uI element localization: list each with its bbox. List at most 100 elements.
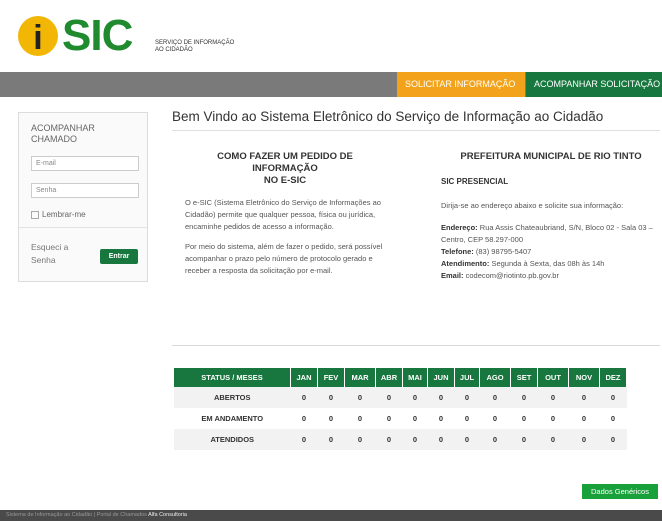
remember-me-checkbox[interactable]: Lembrar-me	[31, 210, 86, 219]
table-header-jan: JAN	[290, 368, 318, 387]
table-cell: 0	[479, 387, 511, 408]
sidebar-divider	[19, 227, 147, 228]
address-line: Endereço: Rua Assis Chateaubriand, S/N, …	[441, 222, 661, 246]
nav-solicitar-informacao[interactable]: SOLICITAR INFORMAÇÃO	[397, 72, 525, 97]
logo-text: SIC	[62, 11, 133, 60]
table-header-out: OUT	[537, 368, 569, 387]
table-cell: 0	[290, 429, 318, 450]
table-header-dez: DEZ	[599, 368, 627, 387]
table-cell: 0	[290, 387, 318, 408]
table-cell: 0	[454, 429, 480, 450]
nav-bar: SOLICITAR INFORMAÇÃO ACOMPANHAR SOLICITA…	[0, 72, 662, 97]
table-cell: 0	[599, 429, 627, 450]
table-cell: 0	[344, 429, 376, 450]
table-cell: 0	[581, 414, 587, 423]
table-header-abr: ABR	[375, 368, 403, 387]
phone-value: (83) 98795-5407	[475, 247, 532, 256]
title-divider	[172, 130, 660, 131]
logo-subtitle-line-1: SERVIÇO DE INFORMAÇÃO	[155, 40, 235, 46]
sic-intro-text: Dirija-se ao endereço abaixo e solicite …	[441, 201, 624, 210]
table-cell: 0	[568, 387, 600, 408]
password-field[interactable]: Senha	[31, 183, 139, 198]
table-cell: 0	[357, 414, 363, 423]
table-header-fev: FEV	[317, 368, 345, 387]
email-field[interactable]: E-mail	[31, 156, 139, 171]
logo-subtitle: SERVIÇO DE INFORMAÇÃO AO CIDADÃO	[155, 40, 255, 54]
checkbox-icon[interactable]	[31, 210, 39, 219]
table-cell: 0	[375, 429, 403, 450]
table-row: EM ANDAMENTO 0 0 0 0 0 0 0 0 0 0 0 0	[174, 408, 627, 429]
prefeitura-section: PREFEITURA MUNICIPAL DE RIO TINTO SIC PR…	[441, 151, 661, 282]
sidebar-title: ACOMPANHAR CHAMADO	[31, 123, 141, 145]
table-row: ATENDIDOS 0 0 0 0 0 0 0 0 0 0 0 0	[174, 429, 627, 450]
status-table: STATUS / MESES JAN FEV MAR ABR MAI JUN J…	[174, 368, 627, 450]
table-header-mar: MAR	[344, 368, 376, 387]
table-cell: 0	[537, 387, 569, 408]
table-cell: 0	[479, 429, 511, 450]
how-to-paragraph-2: Por meio do sistema, além de fazer o ped…	[185, 242, 383, 275]
email-value[interactable]: codecom@riotinto.pb.gov.br	[466, 271, 559, 280]
table-header-nov: NOV	[568, 368, 600, 387]
email-label: Email:	[441, 271, 464, 280]
forgot-password-link[interactable]: Esqueci a Senha	[31, 241, 81, 267]
table-cell: 0	[344, 387, 376, 408]
table-row-label: ATENDIDOS	[174, 429, 291, 450]
table-row-label: ABERTOS	[174, 387, 291, 408]
table-cell: 0	[427, 429, 455, 450]
hours-line: Atendimento: Segunda à Sexta, das 08h às…	[441, 258, 661, 270]
table-cell: 0	[402, 429, 428, 450]
logo-i-glyph: i	[33, 19, 43, 57]
phone-line: Telefone: (83) 98795-5407	[441, 246, 661, 258]
table-cell: 0	[328, 414, 334, 423]
table-cell: 0	[510, 387, 538, 408]
forgot-password-line-1: Esqueci a	[31, 242, 69, 252]
page-title: Bem Vindo ao Sistema Eletrônico do Servi…	[172, 109, 604, 124]
table-cell: 0	[402, 387, 428, 408]
address-label: Endereço:	[441, 223, 478, 232]
how-to-paragraph-1: O e-SIC (Sistema Eletrônico do Serviço d…	[185, 198, 381, 231]
sidebar-title-line-1: ACOMPANHAR	[31, 123, 95, 133]
table-header-set: SET	[510, 368, 538, 387]
forgot-password-line-2: Senha	[31, 255, 56, 265]
table-row-label: EM ANDAMENTO	[201, 414, 264, 423]
table-header-mai: MAI	[402, 368, 428, 387]
footer-brand-link[interactable]: Alfa Consultoria	[148, 512, 187, 518]
footer: Sistema de Informação ao Cidadão | Porta…	[0, 510, 662, 521]
header: i SIC SERVIÇO DE INFORMAÇÃO AO CIDADÃO	[0, 0, 662, 72]
table-cell: 0	[599, 387, 627, 408]
nav-acompanhar-solicitacao[interactable]: ACOMPANHAR SOLICITAÇÃO	[526, 72, 662, 97]
table-cell: 0	[427, 387, 455, 408]
table-cell: 0	[521, 414, 527, 423]
login-sidebar: ACOMPANHAR CHAMADO E-mail Senha Lembrar-…	[18, 112, 148, 282]
table-cell: 0	[454, 387, 480, 408]
section-divider	[172, 345, 660, 346]
how-to-heading: COMO FAZER UM PEDIDO DE INFORMAÇÃO NO E-…	[185, 151, 385, 187]
table-cell: 0	[492, 414, 498, 423]
remember-me-label: Lembrar-me	[42, 210, 86, 219]
how-to-section: COMO FAZER UM PEDIDO DE INFORMAÇÃO NO E-…	[185, 151, 385, 277]
table-cell: 0	[568, 429, 600, 450]
phone-label: Telefone:	[441, 247, 474, 256]
hours-value: Segunda à Sexta, das 08h às 14h	[491, 259, 605, 268]
table-cell: 0	[301, 414, 307, 423]
footer-text: Sistema de Informação ao Cidadão | Porta…	[6, 512, 147, 518]
email-line: Email: codecom@riotinto.pb.gov.br	[441, 270, 661, 282]
table-cell: 0	[412, 414, 418, 423]
table-cell: 0	[375, 387, 403, 408]
table-cell: 0	[610, 414, 616, 423]
dados-genericos-button[interactable]: Dados Genéricos	[582, 484, 658, 499]
table-header-ago: AGO	[479, 368, 511, 387]
table-cell: 0	[317, 387, 345, 408]
table-header-jul: JUL	[454, 368, 480, 387]
table-header-status: STATUS / MESES	[174, 368, 291, 387]
how-to-heading-line-2: NO E-SIC	[263, 175, 307, 186]
table-cell: 0	[537, 429, 569, 450]
table-cell: 0	[438, 414, 444, 423]
how-to-heading-line-1: COMO FAZER UM PEDIDO DE INFORMAÇÃO	[217, 151, 353, 174]
logo-subtitle-line-2: AO CIDADÃO	[155, 47, 193, 53]
enter-button[interactable]: Entrar	[100, 249, 138, 264]
table-cell: 0	[386, 414, 392, 423]
table-cell: 0	[510, 429, 538, 450]
table-cell: 0	[550, 414, 556, 423]
sidebar-title-line-2: CHAMADO	[31, 134, 78, 144]
